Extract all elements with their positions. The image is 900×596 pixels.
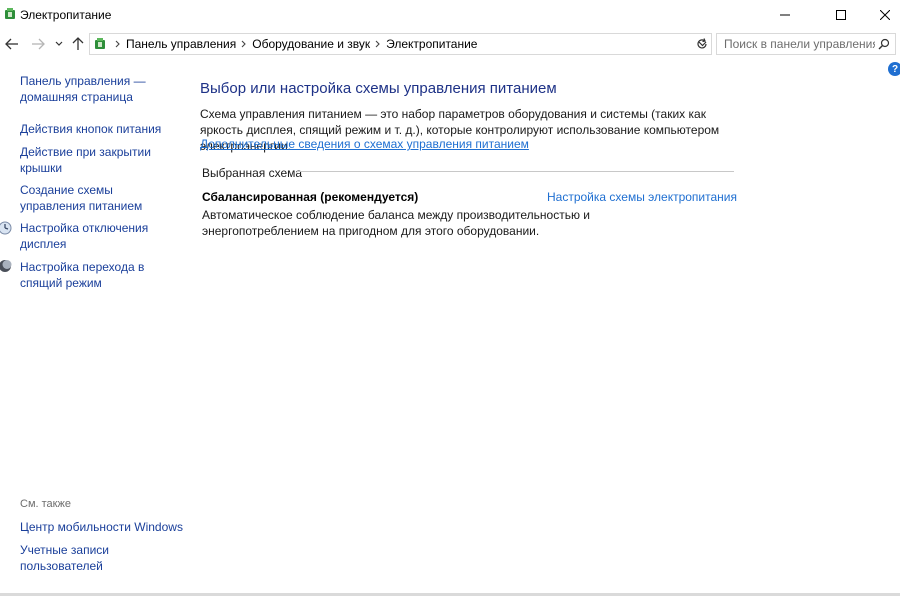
plan-settings-link[interactable]: Настройка схемы электропитания (547, 190, 737, 204)
address-bar[interactable]: Панель управления Оборудование и звук Эл… (89, 33, 712, 55)
sidebar-home-link[interactable]: Панель управления — домашняя страница (20, 73, 180, 105)
sidebar-item-display-off[interactable]: Настройка отключения дисплея (20, 220, 160, 252)
chevron-right-icon[interactable] (370, 34, 386, 54)
divider (297, 171, 734, 172)
sidebar-item-lid-close[interactable]: Действие при закрытии крышки (20, 144, 160, 176)
plan-description: Автоматическое соблюдение баланса между … (202, 208, 591, 238)
maximize-button[interactable] (818, 0, 864, 30)
sidebar-item-create-plan[interactable]: Создание схемы управления питанием (20, 182, 170, 214)
power-options-icon (3, 7, 17, 21)
selected-plan-heading: Выбранная схема (202, 166, 303, 180)
arrow-up-icon (72, 37, 84, 50)
arrow-left-icon (5, 38, 18, 50)
title-bar: Электропитание (0, 0, 900, 30)
more-info-link[interactable]: Дополнительные сведения о схемах управле… (200, 137, 529, 151)
sleep-moon-icon (0, 259, 12, 273)
search-box[interactable] (716, 33, 896, 55)
see-also-user-accounts[interactable]: Учетные записи пользователей (20, 542, 120, 574)
close-icon (880, 10, 890, 20)
window-title: Электропитание (20, 8, 112, 22)
refresh-icon (697, 38, 707, 49)
forward-button[interactable] (28, 34, 48, 54)
breadcrumb-control-panel[interactable]: Панель управления (126, 37, 236, 51)
breadcrumb-power-options[interactable]: Электропитание (386, 37, 477, 51)
back-button[interactable] (2, 34, 22, 54)
search-icon[interactable] (876, 36, 892, 52)
minimize-button[interactable] (762, 0, 808, 30)
help-button[interactable]: ? (888, 62, 900, 76)
display-shield-icon (0, 221, 12, 235)
recent-locations-button[interactable] (51, 34, 67, 54)
sidebar-item-sleep[interactable]: Настройка перехода в спящий режим (20, 259, 150, 291)
close-button[interactable] (862, 0, 900, 30)
sidebar-item-power-buttons[interactable]: Действия кнопок питания (20, 121, 180, 137)
see-also-heading: См. также (20, 498, 71, 510)
maximize-icon (836, 10, 846, 20)
minimize-icon (780, 14, 790, 16)
chevron-right-icon[interactable] (110, 34, 126, 54)
breadcrumb-hardware-and-sound[interactable]: Оборудование и звук (252, 37, 370, 51)
page-title: Выбор или настройка схемы управления пит… (200, 80, 557, 97)
breadcrumb: Панель управления Оборудование и звук Эл… (90, 34, 477, 54)
arrow-right-icon (32, 38, 45, 50)
control-panel-icon (90, 34, 110, 54)
help-icon: ? (891, 63, 899, 75)
plan-name: Сбалансированная (рекомендуется) (202, 190, 419, 204)
chevron-right-icon[interactable] (236, 34, 252, 54)
refresh-button[interactable] (692, 34, 712, 54)
search-input[interactable] (717, 34, 875, 54)
see-also-mobility-center[interactable]: Центр мобильности Windows (20, 519, 190, 535)
chevron-down-icon (55, 41, 63, 46)
up-button[interactable] (68, 34, 88, 54)
